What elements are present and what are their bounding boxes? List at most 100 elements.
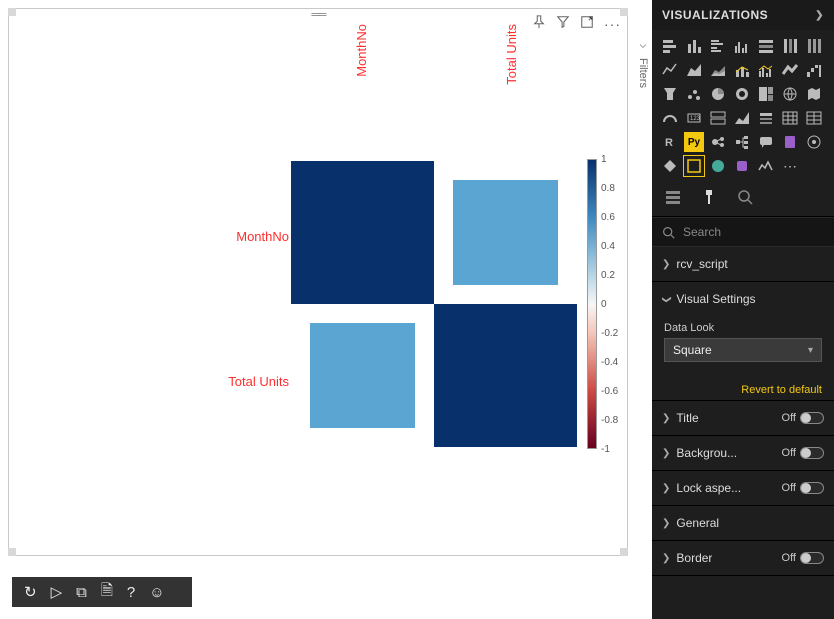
automate-icon[interactable] xyxy=(732,156,752,176)
donut-icon[interactable] xyxy=(732,84,752,104)
title-toggle[interactable]: Off xyxy=(782,412,824,424)
search-box[interactable]: Search xyxy=(652,217,834,247)
section-lock-aspect[interactable]: ❯Lock aspe... Off xyxy=(652,471,834,505)
pane-title: VISUALIZATIONS xyxy=(662,8,768,22)
colorbar-tick: 0.6 xyxy=(601,212,625,223)
resize-handle-bl[interactable] xyxy=(8,548,16,556)
filters-label: Filters xyxy=(637,58,649,88)
refresh-icon[interactable]: ↻ xyxy=(24,583,37,601)
stacked-area-icon[interactable] xyxy=(708,60,728,80)
line-clustered-icon[interactable] xyxy=(756,60,776,80)
search-placeholder: Search xyxy=(683,225,721,239)
resize-handle-tl[interactable] xyxy=(8,8,16,16)
stacked-column100-icon[interactable] xyxy=(780,36,800,56)
custom-visual-selected-icon[interactable] xyxy=(684,156,704,176)
filled-map-icon[interactable] xyxy=(804,84,824,104)
y-axis-label: MonthNo xyxy=(179,229,289,244)
pane-header[interactable]: VISUALIZATIONS ❯ xyxy=(652,0,834,30)
gauge-icon[interactable] xyxy=(660,108,680,128)
visualizations-pane: VISUALIZATIONS ❯ 123 R Py xyxy=(652,0,834,619)
globe-icon[interactable] xyxy=(708,156,728,176)
stacked-bar100-icon[interactable] xyxy=(756,36,776,56)
hundred-column-icon[interactable] xyxy=(804,36,824,56)
border-toggle[interactable]: Off xyxy=(782,552,824,564)
analytics-tab[interactable] xyxy=(736,188,754,206)
chevron-right-icon[interactable]: ❯ xyxy=(815,10,824,21)
fields-tab[interactable] xyxy=(664,188,682,206)
colorbar-tick: -1 xyxy=(601,444,625,455)
filters-pane-tab[interactable]: Filters xyxy=(635,40,651,88)
chevron-right-icon: ❯ xyxy=(662,483,670,494)
map-icon[interactable] xyxy=(780,84,800,104)
key-influencers-icon[interactable] xyxy=(708,132,728,152)
decomposition-icon[interactable] xyxy=(732,132,752,152)
field-label: Data Look xyxy=(664,322,822,334)
colorbar-tick: 0 xyxy=(601,299,625,310)
colorbar-tick: 0.8 xyxy=(601,183,625,194)
more-options-icon[interactable]: ··· xyxy=(604,17,621,31)
matrix-icon[interactable] xyxy=(804,108,824,128)
r-visual-icon[interactable]: R xyxy=(660,132,680,152)
get-more-visuals-icon[interactable]: ⋯ xyxy=(780,156,800,176)
section-general[interactable]: ❯General xyxy=(652,506,834,540)
line-column-icon[interactable] xyxy=(732,60,752,80)
line-chart-icon[interactable] xyxy=(660,60,680,80)
section-border[interactable]: ❯Border Off xyxy=(652,541,834,575)
heatmap-cell xyxy=(291,161,434,304)
lock-aspect-toggle[interactable]: Off xyxy=(782,482,824,494)
format-tab[interactable] xyxy=(700,188,718,206)
multi-card-icon[interactable] xyxy=(708,108,728,128)
scatter-icon[interactable] xyxy=(684,84,704,104)
stacked-column-icon[interactable] xyxy=(684,36,704,56)
colorbar-tick: 1 xyxy=(601,154,625,165)
copy-icon[interactable]: ⧉ xyxy=(76,584,87,601)
table-icon[interactable] xyxy=(780,108,800,128)
chevron-right-icon: ❯ xyxy=(662,518,670,529)
revert-to-default-link[interactable]: Revert to default xyxy=(652,374,834,400)
section-background[interactable]: ❯Backgrou... Off xyxy=(652,436,834,470)
play-icon[interactable]: ▷ xyxy=(51,583,63,601)
ribbon-chart-icon[interactable] xyxy=(780,60,800,80)
funnel-icon[interactable] xyxy=(660,84,680,104)
slicer-icon[interactable] xyxy=(756,108,776,128)
qa-icon[interactable] xyxy=(756,132,776,152)
drag-grip-icon[interactable]: ══ xyxy=(311,9,324,19)
help-icon[interactable]: ? xyxy=(127,584,135,601)
chevron-down-icon: ❯ xyxy=(662,295,672,303)
pie-icon[interactable] xyxy=(708,84,728,104)
section-rcv-script[interactable]: ❯rcv_script xyxy=(652,247,834,281)
chevron-right-icon: ❯ xyxy=(662,553,670,564)
paginated-icon[interactable] xyxy=(780,132,800,152)
search-icon xyxy=(662,226,675,239)
status-toolbar: ↻ ▷ ⧉ 🗎 ? ☺ xyxy=(12,577,192,607)
page-icon[interactable]: 🗎 xyxy=(101,580,113,605)
kpi-icon[interactable] xyxy=(732,108,752,128)
card-icon[interactable]: 123 xyxy=(684,108,704,128)
powerapps-icon[interactable] xyxy=(660,156,680,176)
pin-icon[interactable] xyxy=(532,15,546,32)
y-axis-label: Total Units xyxy=(179,374,289,389)
smile-icon[interactable]: ☺ xyxy=(149,584,164,601)
clustered-column-icon[interactable] xyxy=(732,36,752,56)
resize-handle-br[interactable] xyxy=(620,548,628,556)
python-visual-icon[interactable]: Py xyxy=(684,132,704,152)
section-title[interactable]: ❯Title Off xyxy=(652,401,834,435)
background-toggle[interactable]: Off xyxy=(782,447,824,459)
focus-mode-icon[interactable] xyxy=(580,15,594,32)
colorbar-tick: -0.4 xyxy=(601,357,625,368)
section-visual-settings[interactable]: ❯Visual Settings xyxy=(652,282,834,316)
visual-container[interactable]: ══ ··· MonthNo Total Units MonthNo Total… xyxy=(8,8,628,556)
format-tabs xyxy=(652,184,834,217)
waterfall-icon[interactable] xyxy=(804,60,824,80)
data-look-dropdown[interactable]: Square ▾ xyxy=(664,338,822,362)
sparkline-icon[interactable] xyxy=(756,156,776,176)
treemap-icon[interactable] xyxy=(756,84,776,104)
stacked-bar-icon[interactable] xyxy=(660,36,680,56)
arcgis-icon[interactable] xyxy=(804,132,824,152)
clustered-bar-icon[interactable] xyxy=(708,36,728,56)
filter-icon[interactable] xyxy=(556,15,570,32)
report-canvas-background: ══ ··· MonthNo Total Units MonthNo Total… xyxy=(0,0,652,619)
area-chart-icon[interactable] xyxy=(684,60,704,80)
resize-handle-tr[interactable] xyxy=(620,8,628,16)
colorbar-tick: -0.8 xyxy=(601,415,625,426)
